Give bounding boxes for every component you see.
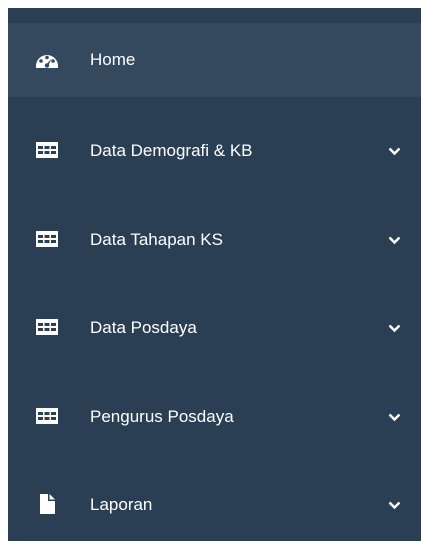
sidebar-item-label: Data Tahapan KS [90,230,223,249]
sidebar-item-laporan[interactable]: Laporan [8,468,421,540]
sidebar-item-home[interactable]: Home [8,23,421,97]
sidebar-item-label: Pengurus Posdaya [90,407,234,426]
sidebar-item-label: Laporan [90,495,153,514]
sidebar-menu: Home Data Demografi & KB Data Tahapan KS… [8,8,421,541]
chevron-down-icon[interactable] [388,413,401,422]
chevron-down-icon[interactable] [388,501,401,510]
sidebar-item-data-tahapan-ks[interactable]: Data Tahapan KS [8,203,421,275]
chevron-down-icon[interactable] [388,147,401,156]
sidebar-item-label: Data Demografi & KB [90,141,253,160]
table-icon [35,228,59,250]
sidebar-item-label: Home [90,50,136,69]
sidebar-item-label: Data Posdaya [90,318,197,337]
chevron-down-icon[interactable] [388,324,401,333]
dashboard-icon [35,49,59,71]
table-icon [35,316,59,338]
chevron-down-icon[interactable] [388,236,401,245]
sidebar-item-pengurus-posdaya[interactable]: Pengurus Posdaya [8,380,421,452]
file-icon [35,493,59,515]
table-icon [35,405,59,427]
table-icon [35,139,59,161]
sidebar-item-data-demografi-kb[interactable]: Data Demografi & KB [8,114,421,186]
sidebar-item-data-posdaya[interactable]: Data Posdaya [8,291,421,363]
